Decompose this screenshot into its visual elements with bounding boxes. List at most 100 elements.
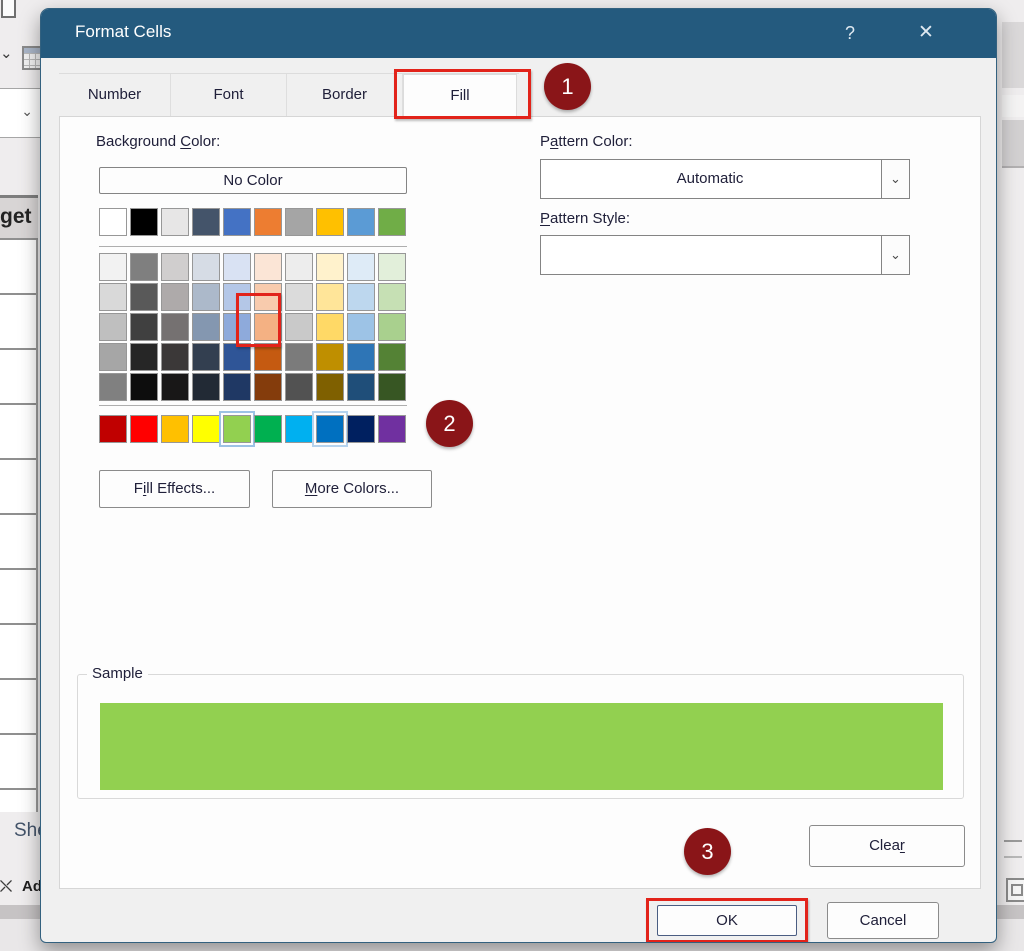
color-swatch[interactable] — [161, 373, 189, 401]
color-swatch[interactable] — [347, 343, 375, 371]
color-swatch[interactable] — [192, 343, 220, 371]
color-swatch[interactable] — [347, 313, 375, 341]
color-swatch[interactable] — [161, 343, 189, 371]
color-swatch[interactable] — [378, 283, 406, 311]
help-icon[interactable]: ? — [833, 19, 867, 47]
color-swatch[interactable] — [192, 208, 220, 236]
color-swatch[interactable] — [161, 208, 189, 236]
color-swatch[interactable] — [285, 373, 313, 401]
color-swatch[interactable] — [161, 253, 189, 281]
worksheet-grid[interactable] — [0, 240, 38, 812]
chevron-down-icon[interactable]: ⌄ — [881, 159, 910, 199]
color-swatch[interactable] — [130, 313, 158, 341]
more-colors-button[interactable]: More Colors... — [272, 470, 432, 508]
color-swatch[interactable] — [99, 373, 127, 401]
color-swatch[interactable] — [285, 343, 313, 371]
color-swatch[interactable] — [99, 283, 127, 311]
color-swatch[interactable] — [285, 208, 313, 236]
color-swatch[interactable] — [130, 415, 158, 443]
color-swatch[interactable] — [99, 343, 127, 371]
color-swatch[interactable] — [285, 415, 313, 443]
background-color-label: Background Color: — [96, 133, 220, 150]
color-swatch[interactable] — [316, 253, 344, 281]
color-swatch[interactable] — [192, 253, 220, 281]
pattern-color-value: Automatic — [541, 160, 879, 198]
color-swatch[interactable] — [99, 415, 127, 443]
chevron-down-icon[interactable]: ⌄ — [0, 44, 13, 62]
color-swatch[interactable] — [161, 283, 189, 311]
color-swatch[interactable] — [378, 208, 406, 236]
format-table-icon[interactable] — [22, 46, 42, 70]
color-swatch[interactable] — [99, 313, 127, 341]
color-swatch[interactable] — [192, 313, 220, 341]
color-swatch[interactable] — [161, 313, 189, 341]
close-icon[interactable]: ✕ — [909, 19, 943, 47]
color-swatch[interactable] — [223, 415, 251, 443]
highlight-rect-green-swatch — [236, 293, 281, 347]
name-box[interactable]: ⌄ — [0, 88, 42, 138]
color-swatch[interactable] — [254, 208, 282, 236]
color-swatch[interactable] — [99, 208, 127, 236]
color-swatch[interactable] — [192, 283, 220, 311]
color-swatch[interactable] — [254, 253, 282, 281]
color-swatch[interactable] — [347, 415, 375, 443]
color-swatch[interactable] — [99, 253, 127, 281]
pattern-style-label: Pattern Style: — [540, 210, 630, 227]
color-swatch[interactable] — [223, 208, 251, 236]
tab-font[interactable]: Font — [171, 74, 287, 118]
add-button-label: Ad — [22, 878, 42, 895]
color-swatch[interactable] — [223, 373, 251, 401]
clear-button[interactable]: Clear — [809, 825, 965, 867]
color-swatch[interactable] — [347, 373, 375, 401]
chevron-down-icon[interactable]: ⌄ — [21, 103, 33, 120]
color-swatch[interactable] — [316, 313, 344, 341]
color-swatch[interactable] — [223, 343, 251, 371]
pattern-color-dropdown[interactable]: Automatic ⌄ — [540, 159, 910, 199]
color-swatch[interactable] — [378, 343, 406, 371]
format-cells-dialog: Format Cells ? ✕ Number Font Border Fill… — [40, 8, 997, 943]
color-swatch[interactable] — [347, 283, 375, 311]
step-badge-3: 3 — [684, 828, 731, 875]
color-swatch[interactable] — [130, 343, 158, 371]
color-swatch[interactable] — [130, 208, 158, 236]
chevron-down-icon[interactable]: ⌄ — [881, 235, 910, 275]
scrollbar-fragment[interactable] — [1004, 840, 1022, 842]
color-swatch[interactable] — [316, 283, 344, 311]
color-swatch[interactable] — [254, 343, 282, 371]
color-swatch[interactable] — [130, 373, 158, 401]
dialog-titlebar[interactable]: Format Cells ? ✕ — [41, 9, 996, 58]
color-swatch[interactable] — [378, 373, 406, 401]
color-swatch[interactable] — [192, 373, 220, 401]
pattern-style-dropdown[interactable]: ⌄ — [540, 235, 910, 275]
fill-tab-panel: Background Color: No Color Fill Effects.… — [59, 116, 981, 889]
no-color-button[interactable]: No Color — [99, 167, 407, 194]
color-swatch[interactable] — [285, 253, 313, 281]
tab-number[interactable]: Number — [59, 74, 171, 118]
color-swatch[interactable] — [378, 415, 406, 443]
normal-view-icon[interactable] — [1006, 878, 1024, 902]
color-swatch[interactable] — [254, 415, 282, 443]
step-badge-1: 1 — [544, 63, 591, 110]
color-swatch[interactable] — [192, 415, 220, 443]
color-swatch[interactable] — [378, 253, 406, 281]
scrollbar-fragment[interactable] — [1004, 856, 1022, 858]
color-swatch[interactable] — [316, 208, 344, 236]
color-swatch[interactable] — [130, 283, 158, 311]
color-swatch[interactable] — [254, 373, 282, 401]
color-swatch[interactable] — [285, 283, 313, 311]
cancel-button[interactable]: Cancel — [827, 902, 939, 939]
color-swatch[interactable] — [316, 415, 344, 443]
color-swatch[interactable] — [161, 415, 189, 443]
color-swatch[interactable] — [347, 208, 375, 236]
color-swatch[interactable] — [347, 253, 375, 281]
color-swatch[interactable] — [223, 253, 251, 281]
color-swatch[interactable] — [285, 313, 313, 341]
fill-effects-button[interactable]: Fill Effects... — [99, 470, 250, 508]
color-swatch[interactable] — [378, 313, 406, 341]
color-swatch[interactable] — [130, 253, 158, 281]
step-badge-2: 2 — [426, 400, 473, 447]
tab-border[interactable]: Border — [287, 74, 403, 118]
color-swatch[interactable] — [316, 343, 344, 371]
add-sheet-icon[interactable]: ⤬ — [0, 878, 20, 898]
color-swatch[interactable] — [316, 373, 344, 401]
